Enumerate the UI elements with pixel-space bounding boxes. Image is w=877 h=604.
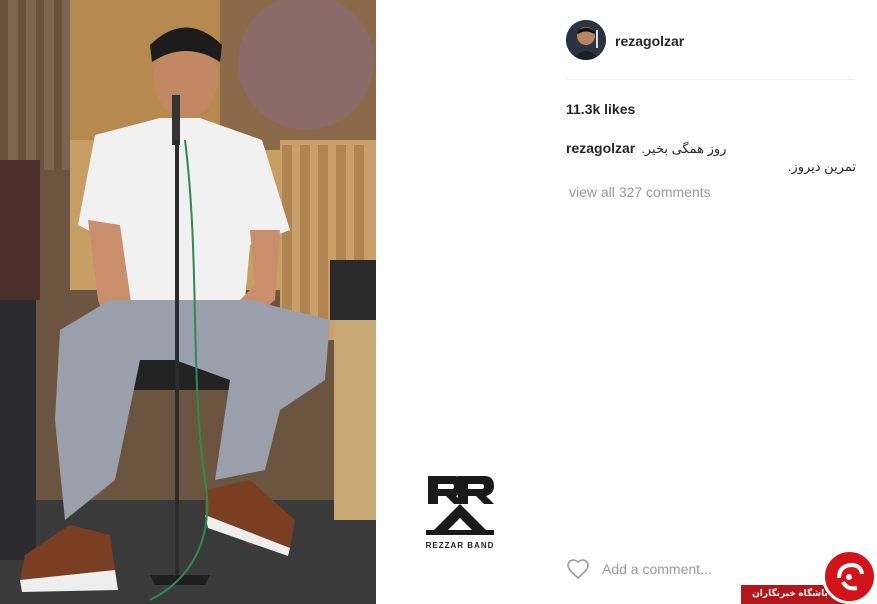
logo-text: REZZAR BAND bbox=[425, 541, 495, 550]
comment-bar: Add a comment... bbox=[566, 555, 856, 585]
view-all-comments-link[interactable]: view all 327 comments bbox=[569, 184, 711, 200]
post-sidebar: rezagolzar 11.3k likes rezagolzar روز همگ… bbox=[376, 0, 877, 604]
username-link[interactable]: rezagolzar bbox=[615, 33, 684, 49]
post-header: rezagolzar bbox=[566, 18, 854, 80]
likes-count[interactable]: 11.3k likes bbox=[566, 101, 635, 117]
caption-text-line1: روز همگی بخیر. bbox=[641, 141, 727, 156]
watermark-logo-icon bbox=[822, 549, 877, 604]
rezzar-band-logo: REZZAR BAND bbox=[422, 474, 498, 550]
comment-input[interactable]: Add a comment... bbox=[602, 561, 712, 577]
rezzar-band-logo-mark bbox=[426, 476, 494, 535]
like-heart-icon[interactable] bbox=[566, 557, 590, 581]
avatar-image bbox=[566, 20, 606, 60]
caption-text-line2: تمرین دیروز. bbox=[787, 159, 856, 174]
photo-illustration bbox=[0, 0, 376, 604]
post-caption: rezagolzar روز همگی بخیر. تمرین دیروز. bbox=[566, 139, 856, 176]
post-photo[interactable] bbox=[0, 0, 376, 604]
caption-username[interactable]: rezagolzar bbox=[566, 140, 635, 156]
avatar[interactable] bbox=[566, 20, 606, 60]
